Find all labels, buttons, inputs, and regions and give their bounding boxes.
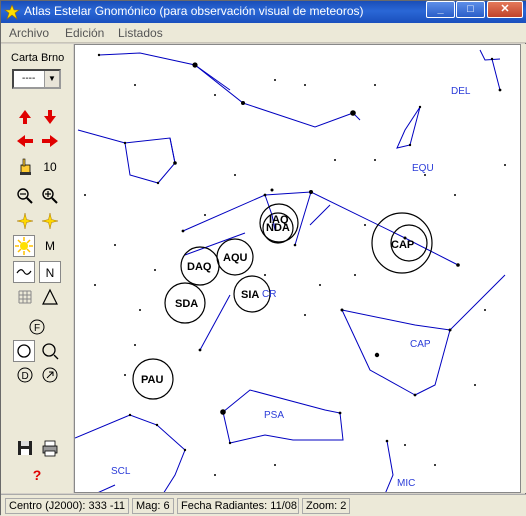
label-cap: CAP [410,339,431,350]
arrow-right-icon[interactable] [39,130,61,152]
svg-text:F: F [34,323,40,334]
d-circle-icon[interactable]: D [14,364,36,386]
constellation-labels: DEL EQU CAP PSA SCL MIC CR [111,86,471,489]
status-zoom: Zoom: 2 [302,498,350,514]
window-title: Atlas Estelar Gnomónico (para observació… [24,4,364,18]
circle-pointer-icon[interactable] [39,340,61,362]
radiant-sia: SIA [241,289,259,301]
zoom-out-icon[interactable] [14,185,36,207]
label-scl: SCL [111,466,131,477]
radiant-cap: CAP [391,239,414,251]
radiant-sda: SDA [175,298,198,310]
star-large-icon[interactable] [39,210,61,232]
label-equ: EQU [412,163,434,174]
label-mic: MIC [397,478,415,489]
zoom-in-icon[interactable] [39,185,61,207]
carta-label: Carta Brno [11,52,65,64]
title-bar[interactable]: Atlas Estelar Gnomónico (para observació… [1,1,526,23]
arrow-circle-icon[interactable] [39,364,61,386]
radiant-nda: NDA [266,222,290,234]
menu-edicion[interactable]: Edición [65,26,104,40]
arrow-up-icon[interactable] [14,106,36,128]
n-button[interactable]: N [39,261,61,283]
radiant-pau: PAU [141,374,163,386]
grid-icon[interactable] [14,286,36,308]
radiant-daq: DAQ [187,261,212,273]
label-del: DEL [451,86,471,97]
svg-text:D: D [22,371,29,382]
close-button[interactable]: ✕ [487,1,523,18]
star-map[interactable]: DEL EQU CAP PSA SCL MIC CR IAQ NDA CAP D… [74,44,521,493]
stars [84,53,506,476]
maximize-button[interactable]: □ [456,1,485,18]
magnitude-value: 10 [43,160,57,174]
app-window: Atlas Estelar Gnomónico (para observació… [0,0,526,516]
status-fecha: Fecha Radiantes: 11/08 [177,498,299,514]
sun-icon[interactable] [13,235,35,257]
arrow-down-icon[interactable] [39,106,61,128]
help-button[interactable]: ? [26,464,48,486]
chevron-down-icon[interactable]: ▼ [44,71,59,87]
wave-icon[interactable] [13,261,35,283]
status-bar: Centro (J2000): 333 -11 Mag: 6 Fecha Rad… [1,494,526,516]
menu-listados[interactable]: Listados [118,26,163,40]
left-toolbar: Carta Brno ---- ▼ 10 M N F D ? [1,44,73,493]
circle-icon[interactable] [13,340,35,362]
constellation-lines [75,49,506,492]
label-cr: CR [262,289,276,300]
radiant-aqu: AQU [223,252,248,264]
m-button[interactable]: M [39,235,61,257]
f-circle-icon[interactable]: F [26,316,48,338]
radiant-labels: IAQ NDA CAP DAQ AQU SDA SIA PAU [141,214,414,386]
hand-icon[interactable] [14,156,36,178]
minimize-button[interactable]: _ [426,1,455,18]
menu-archivo[interactable]: Archivo [9,26,49,40]
carta-select[interactable]: ---- ▼ [12,69,61,89]
right-edge [521,44,526,493]
star-small-icon[interactable] [14,210,36,232]
label-psa: PSA [264,410,284,421]
app-icon [4,4,20,20]
star-map-canvas: DEL EQU CAP PSA SCL MIC CR IAQ NDA CAP D… [75,49,506,492]
menu-bar: Archivo Edición Listados [1,23,526,43]
status-mag: Mag: 6 [132,498,174,514]
save-icon[interactable] [14,437,36,459]
arrow-left-icon[interactable] [14,130,36,152]
print-icon[interactable] [39,437,61,459]
status-centro: Centro (J2000): 333 -11 [5,498,129,514]
triangle-icon[interactable] [39,286,61,308]
carta-select-value: ---- [22,73,36,84]
